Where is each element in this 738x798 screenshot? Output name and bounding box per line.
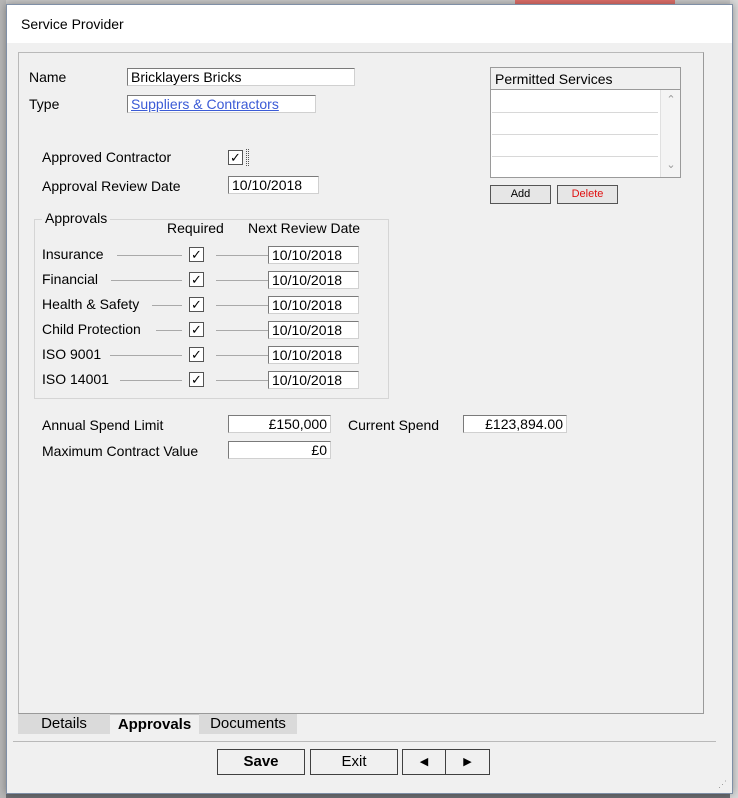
- leader-line: [111, 280, 182, 281]
- approval-required-checkbox[interactable]: ✓: [189, 247, 204, 262]
- leader-line: [152, 305, 182, 306]
- next-review-date-field[interactable]: 10/10/2018: [268, 296, 359, 314]
- name-label: Name: [29, 69, 67, 85]
- approval-row-label: Insurance: [42, 246, 104, 262]
- approval-review-date-field[interactable]: 10/10/2018: [228, 176, 319, 194]
- previous-record-button[interactable]: ◀: [402, 749, 446, 775]
- next-review-date-field[interactable]: 10/10/2018: [268, 321, 359, 339]
- checkmark-icon: ✓: [191, 297, 202, 312]
- approval-row-label: Financial: [42, 271, 99, 287]
- tab-approvals[interactable]: Approvals: [110, 714, 199, 734]
- next-review-date-field[interactable]: 10/10/2018: [268, 246, 359, 264]
- leader-line: [216, 380, 268, 381]
- add-service-button[interactable]: Add: [490, 185, 551, 204]
- maximum-contract-value-field[interactable]: £0: [228, 441, 331, 459]
- approval-required-checkbox[interactable]: ✓: [189, 347, 204, 362]
- approval-review-date-label: Approval Review Date: [42, 178, 181, 194]
- annual-spend-limit-field[interactable]: £150,000: [228, 415, 331, 433]
- type-label: Type: [29, 96, 60, 112]
- list-row-divider: [492, 112, 658, 113]
- type-link[interactable]: Suppliers & Contractors: [127, 95, 316, 113]
- tab-details[interactable]: Details: [18, 714, 110, 734]
- approval-required-checkbox[interactable]: ✓: [189, 272, 204, 287]
- leader-line: [216, 305, 268, 306]
- focus-indicator: [246, 149, 249, 166]
- checkmark-icon: ✓: [191, 247, 202, 262]
- scroll-up-icon[interactable]: ⌃: [665, 93, 677, 106]
- checkmark-icon: ✓: [230, 150, 241, 165]
- exit-button[interactable]: Exit: [310, 749, 398, 775]
- service-provider-dialog: Service Provider Name Bricklayers Bricks…: [6, 4, 733, 794]
- leader-line: [117, 255, 182, 256]
- list-row-divider: [492, 134, 658, 135]
- approval-row-label: Health & Safety: [42, 296, 140, 312]
- approval-row-label: ISO 14001: [42, 371, 109, 387]
- maximum-contract-value-label: Maximum Contract Value: [42, 443, 199, 459]
- tab-documents[interactable]: Documents: [199, 714, 297, 734]
- approved-contractor-checkbox[interactable]: ✓: [228, 150, 243, 165]
- permitted-services-list[interactable]: ⌃ ⌄: [490, 89, 681, 178]
- next-arrow-icon: ▶: [463, 756, 472, 768]
- delete-service-button[interactable]: Delete: [557, 185, 618, 204]
- dialog-title: Service Provider: [7, 5, 732, 43]
- next-review-date-field[interactable]: 10/10/2018: [268, 271, 359, 289]
- next-record-button[interactable]: ▶: [445, 749, 490, 775]
- approval-required-checkbox[interactable]: ✓: [189, 297, 204, 312]
- approvals-panel: Name Bricklayers Bricks Type Suppliers &…: [18, 52, 704, 714]
- required-column-header: Required: [167, 220, 224, 236]
- approval-row-label: ISO 9001: [42, 346, 102, 362]
- approvals-group-title: Approvals: [42, 210, 111, 226]
- leader-line: [110, 355, 182, 356]
- checkmark-icon: ✓: [191, 272, 202, 287]
- permitted-services-header: Permitted Services: [490, 67, 681, 89]
- leader-line: [156, 330, 182, 331]
- leader-line: [216, 255, 268, 256]
- current-spend-label: Current Spend: [348, 417, 440, 433]
- leader-line: [216, 330, 268, 331]
- permitted-services-scrollbar[interactable]: ⌃ ⌄: [660, 90, 680, 177]
- leader-line: [216, 280, 268, 281]
- scroll-down-icon[interactable]: ⌄: [665, 158, 677, 171]
- footer-separator: [13, 741, 716, 742]
- approval-required-checkbox[interactable]: ✓: [189, 372, 204, 387]
- checkmark-icon: ✓: [191, 372, 202, 387]
- resize-grip-icon[interactable]: ⋰: [718, 779, 728, 789]
- next-review-date-column-header: Next Review Date: [248, 220, 361, 236]
- approved-contractor-label: Approved Contractor: [42, 149, 172, 165]
- approval-row-label: Child Protection: [42, 321, 141, 337]
- approval-required-checkbox[interactable]: ✓: [189, 322, 204, 337]
- previous-arrow-icon: ◀: [419, 756, 429, 768]
- checkmark-icon: ✓: [191, 322, 202, 337]
- annual-spend-limit-label: Annual Spend Limit: [42, 417, 164, 433]
- leader-line: [216, 355, 268, 356]
- next-review-date-field[interactable]: 10/10/2018: [268, 346, 359, 364]
- list-row-divider: [492, 156, 658, 157]
- leader-line: [120, 380, 182, 381]
- name-field[interactable]: Bricklayers Bricks: [127, 68, 355, 86]
- save-button[interactable]: Save: [217, 749, 305, 775]
- next-review-date-field[interactable]: 10/10/2018: [268, 371, 359, 389]
- current-spend-field: £123,894.00: [463, 415, 567, 433]
- checkmark-icon: ✓: [191, 347, 202, 362]
